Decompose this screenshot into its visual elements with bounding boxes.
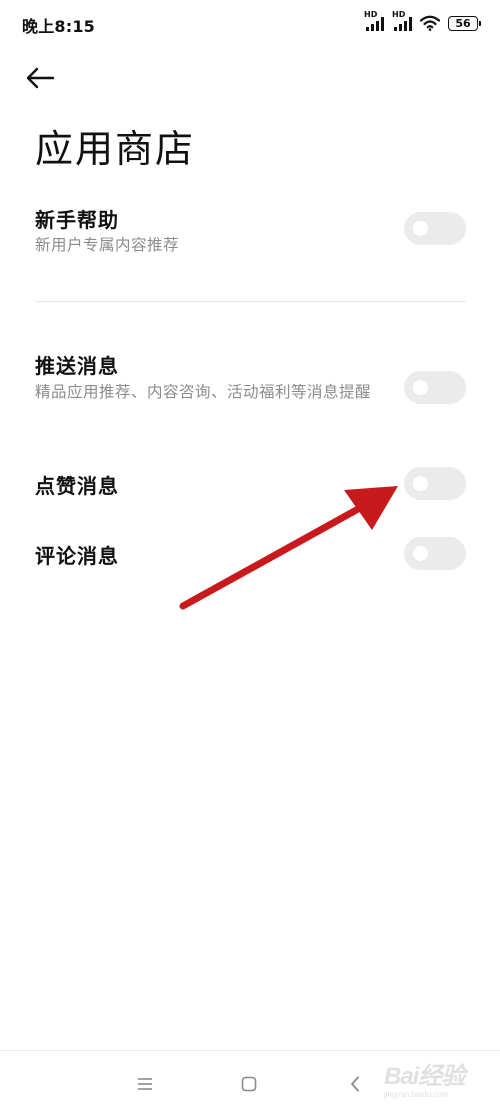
setting-description: 新用户专属内容推荐 xyxy=(35,236,180,254)
nav-back-button[interactable] xyxy=(340,1069,370,1099)
setting-comment-messages[interactable]: 评论消息 xyxy=(0,532,500,578)
status-time: 晚上8:15 xyxy=(22,17,95,36)
setting-description: 精品应用推荐、内容咨询、活动福利等消息提醒 xyxy=(35,383,372,401)
wifi-icon xyxy=(420,15,440,31)
hd-signal-icon: HD xyxy=(364,11,386,33)
toggle-knob xyxy=(413,221,428,236)
menu-icon xyxy=(138,1078,152,1090)
hd-signal-icon: HD xyxy=(392,11,414,33)
toggle-knob xyxy=(413,546,428,561)
status-bar: 晚上8:15 HD HD 56 xyxy=(0,0,500,46)
baidu-jingyan-watermark: Bai经验 jingyan.baidu.com xyxy=(380,1052,480,1102)
section-divider xyxy=(35,301,466,302)
setting-title: 新手帮助 xyxy=(35,208,119,232)
new-user-help-toggle[interactable] xyxy=(404,212,466,245)
back-button[interactable] xyxy=(18,58,62,98)
comment-messages-toggle[interactable] xyxy=(404,537,466,570)
watermark-text: Bai经验 xyxy=(384,1063,465,1090)
menu-button[interactable] xyxy=(130,1069,160,1099)
setting-title: 推送消息 xyxy=(35,354,119,378)
setting-title: 评论消息 xyxy=(35,544,119,568)
back-icon xyxy=(351,1076,359,1092)
setting-like-messages[interactable]: 点赞消息 xyxy=(0,462,500,508)
setting-new-user-help[interactable]: 新手帮助 新用户专属内容推荐 xyxy=(0,200,500,280)
battery-icon: 56 xyxy=(448,15,481,31)
toggle-knob xyxy=(413,380,428,395)
page-title: 应用商店 xyxy=(35,127,196,171)
watermark-url: jingyan.baidu.com xyxy=(384,1090,449,1099)
toggle-knob xyxy=(413,476,428,491)
like-messages-toggle[interactable] xyxy=(404,467,466,500)
push-messages-toggle[interactable] xyxy=(404,371,466,404)
status-icons: HD HD 56 xyxy=(364,11,481,34)
setting-push-messages[interactable]: 推送消息 精品应用推荐、内容咨询、活动福利等消息提醒 xyxy=(0,348,500,438)
setting-title: 点赞消息 xyxy=(35,474,119,498)
home-icon xyxy=(241,1076,257,1092)
home-button[interactable] xyxy=(234,1069,264,1099)
back-arrow-icon xyxy=(26,67,55,89)
battery-level: 56 xyxy=(455,16,471,30)
app-settings-screen: 晚上8:15 HD HD 56 应用商店 新手帮助 新用户专属内容推荐 推送消息… xyxy=(0,0,500,1111)
